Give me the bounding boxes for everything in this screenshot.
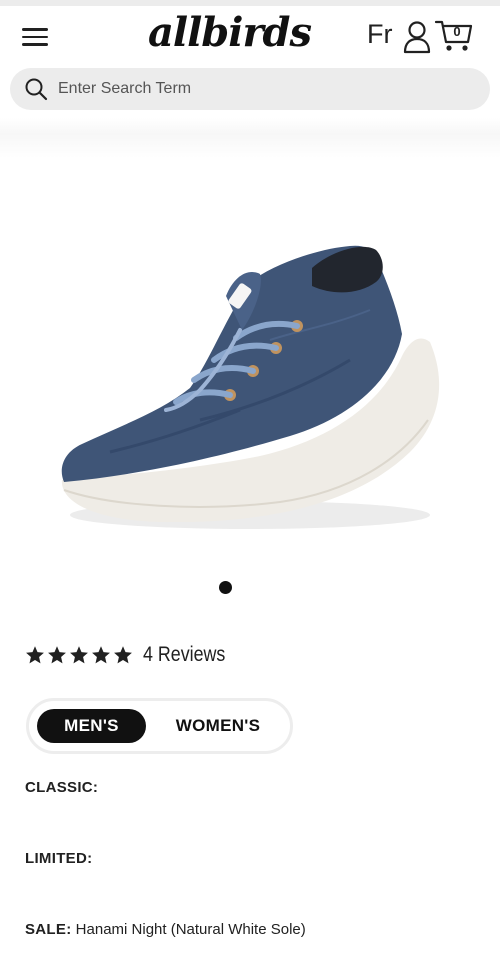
mens-tab[interactable]: MEN'S: [37, 709, 146, 743]
sale-value: Hanami Night (Natural White Sole): [75, 921, 306, 938]
womens-tab[interactable]: WOMEN'S: [159, 709, 277, 743]
star-icon: [92, 646, 110, 664]
header-shadow: [0, 118, 500, 158]
brand-logo[interactable]: allbirds: [148, 10, 312, 62]
user-icon[interactable]: [402, 20, 432, 54]
star-icon: [114, 646, 132, 664]
site-header: allbirds Fr 0: [0, 6, 500, 64]
classic-label: CLASSIC:: [25, 779, 99, 796]
product-rating[interactable]: 4 Reviews: [25, 640, 240, 670]
product-image[interactable]: [50, 230, 450, 540]
shopping-cart-icon[interactable]: 0: [434, 18, 474, 54]
gender-toggle: MEN'S WOMEN'S: [26, 698, 293, 754]
language-switcher[interactable]: Fr: [367, 19, 392, 50]
cart-count-badge: 0: [453, 24, 461, 39]
search-input[interactable]: [58, 68, 458, 110]
reviews-link[interactable]: 4 Reviews: [143, 643, 225, 667]
limited-label: LIMITED:: [25, 850, 93, 867]
classic-variant-row: CLASSIC:: [25, 779, 98, 796]
search-icon: [25, 78, 48, 101]
hamburger-menu-icon[interactable]: [22, 28, 48, 48]
sale-label: SALE:: [25, 921, 72, 938]
sale-variant-row: SALE: Hanami Night (Natural White Sole): [25, 921, 306, 938]
star-icon: [48, 646, 66, 664]
star-icon: [26, 646, 44, 664]
star-icon: [70, 646, 88, 664]
limited-variant-row: LIMITED:: [25, 850, 92, 867]
star-rating: [25, 645, 133, 665]
search-bar[interactable]: [10, 68, 490, 110]
carousel-dot-active[interactable]: [219, 581, 232, 594]
